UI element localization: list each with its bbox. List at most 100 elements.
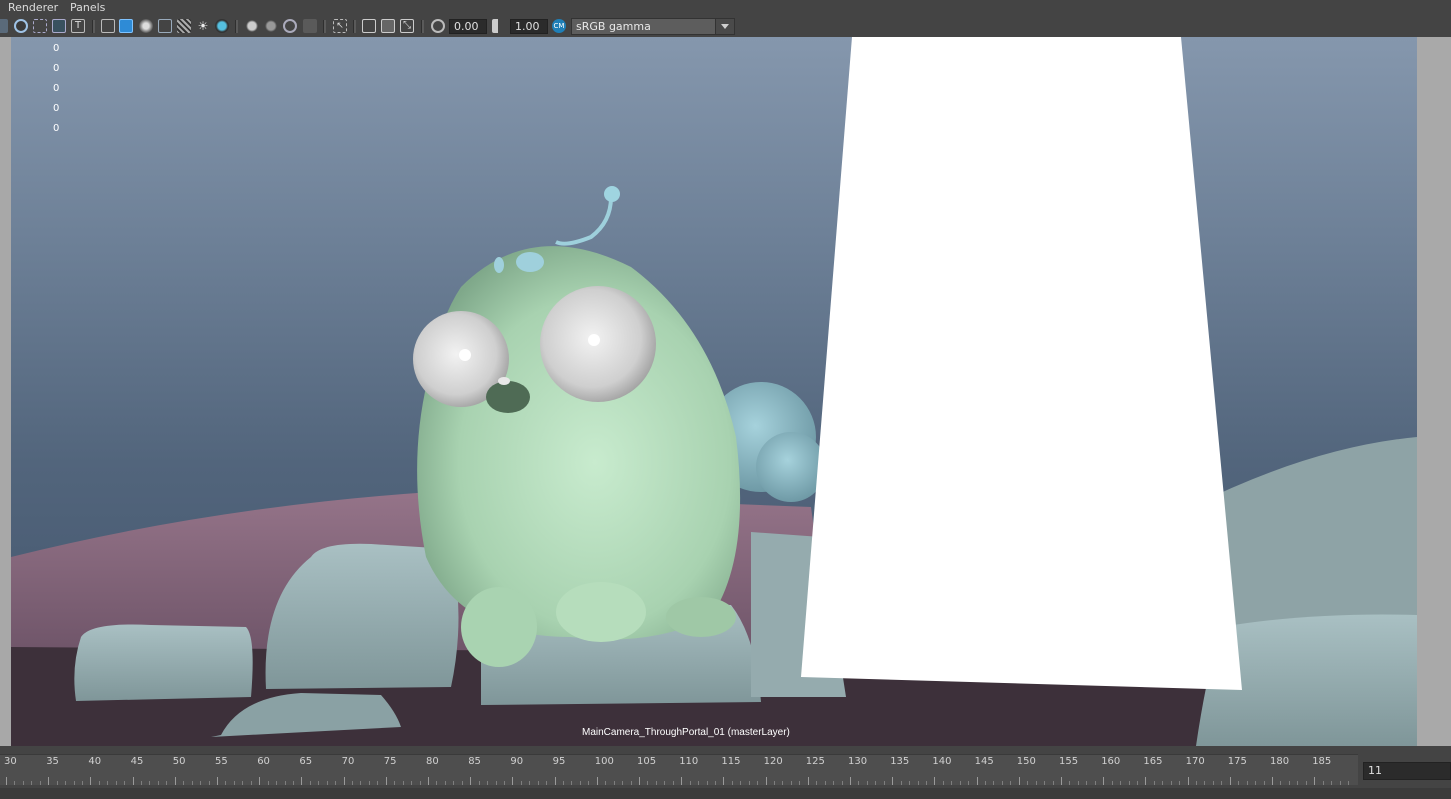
timeline-minor-tick — [1322, 781, 1324, 785]
timeline-minor-tick — [1077, 781, 1079, 785]
hud-value: 0 — [53, 43, 60, 54]
character-foot — [666, 597, 736, 637]
timeline-tick — [1061, 777, 1062, 785]
timeline-tick-label: 50 — [172, 756, 186, 767]
shaded-cube-icon[interactable] — [119, 19, 133, 33]
timeline-minor-tick — [1052, 781, 1054, 785]
timeline-minor-tick — [1204, 781, 1206, 785]
timeline-minor-tick — [942, 781, 944, 785]
timeline-minor-tick — [959, 781, 961, 785]
3d-viewport[interactable]: 0 0 0 0 0 MainCamera_ThroughPortal_01 (m… — [11, 37, 1417, 746]
timeline-minor-tick — [107, 781, 109, 785]
timeline-tick-label: 95 — [552, 756, 566, 767]
timeline-tick-label: 145 — [974, 756, 994, 767]
timeline-tick-label: 115 — [721, 756, 741, 767]
time-slider[interactable]: 30 35 40 45 50 55 60 65 70 75 80 85 90 95 100 105 110 115… — [0, 748, 1451, 788]
timeline-minor-tick — [200, 781, 202, 785]
motion-blur-icon[interactable] — [264, 19, 278, 33]
timeline-minor-tick — [503, 781, 505, 785]
gate-mask-icon[interactable]: ⤡ — [400, 19, 414, 33]
checker-icon[interactable] — [177, 19, 191, 33]
timeline-minor-tick — [225, 781, 227, 785]
xray-joints-icon[interactable] — [381, 19, 395, 33]
menu-renderer[interactable]: Renderer — [6, 0, 60, 16]
timeline-tick-label: 80 — [426, 756, 439, 767]
timeline-tick-label: 90 — [510, 756, 524, 767]
timeline-minor-tick — [183, 781, 185, 785]
timeline-tick-label: 180 — [1270, 756, 1290, 767]
timeline-minor-tick — [605, 781, 607, 785]
chevron-down-icon[interactable] — [715, 19, 734, 34]
timeline-tick — [470, 777, 472, 785]
color-management-icon[interactable]: CM — [552, 19, 566, 33]
timeline-tick-label: 140 — [932, 756, 952, 767]
antenna-tip — [604, 186, 620, 202]
isolate-select-icon[interactable]: ↖ — [333, 19, 347, 33]
timeline-minor-tick — [883, 781, 885, 785]
timeline-minor-tick — [141, 781, 143, 785]
timeline-minor-tick — [993, 781, 995, 785]
screen-space-ao-icon[interactable] — [245, 19, 259, 33]
head-spot — [494, 257, 504, 273]
default-material-icon[interactable] — [139, 19, 153, 33]
textured-cube-icon[interactable] — [158, 19, 172, 33]
timeline-minor-tick — [748, 781, 750, 785]
hud-value: 0 — [53, 83, 60, 94]
menu-panels[interactable]: Panels — [68, 0, 107, 16]
depth-of-field-icon[interactable] — [303, 19, 317, 33]
timeline-tick-label: 155 — [1059, 756, 1079, 767]
toolbar-separator — [353, 20, 356, 33]
timeline-tick-label: 75 — [383, 756, 397, 767]
timeline-minor-tick — [495, 781, 497, 785]
bounding-box-icon[interactable] — [52, 19, 66, 33]
range-slider-bar[interactable] — [0, 788, 1451, 799]
smooth-shade-toggle-icon[interactable] — [14, 19, 28, 33]
timeline-tick — [428, 777, 429, 785]
timeline-minor-tick — [39, 781, 41, 785]
wireframe-cube-icon[interactable] — [101, 19, 115, 33]
timeline-minor-tick — [478, 781, 480, 785]
anti-alias-icon[interactable] — [283, 19, 297, 33]
timeline-tick — [596, 777, 598, 785]
timeline-minor-tick — [1086, 781, 1088, 785]
hud-value: 0 — [53, 63, 60, 74]
lights-icon[interactable]: ☀ — [196, 19, 210, 33]
wireframe-icon[interactable] — [33, 19, 47, 33]
time-ruler[interactable]: 30 35 40 45 50 55 60 65 70 75 80 85 90 95 100 105 110 115… — [0, 754, 1358, 785]
timeline-minor-tick — [1246, 781, 1248, 785]
xray-icon[interactable] — [362, 19, 376, 33]
timeline-tick — [681, 777, 683, 785]
shadows-icon[interactable] — [215, 19, 229, 33]
timeline-minor-tick — [1027, 781, 1029, 785]
timeline-minor-tick — [335, 781, 337, 785]
timeline-minor-tick — [1297, 781, 1299, 785]
timeline-minor-tick — [1238, 781, 1240, 785]
gamma-field[interactable]: 1.00 — [510, 19, 548, 34]
current-frame-field[interactable]: 11 — [1363, 762, 1451, 780]
timeline-minor-tick — [233, 781, 235, 785]
timeline-minor-tick — [352, 781, 354, 785]
color-space-dropdown[interactable]: sRGB gamma — [571, 18, 735, 35]
gamma-icon[interactable] — [492, 19, 506, 33]
timeline-minor-tick — [951, 781, 953, 785]
timeline-tick-label: 185 — [1312, 756, 1332, 767]
timeline-minor-tick — [757, 781, 759, 785]
timeline-minor-tick — [655, 781, 657, 785]
timeline-tick-label: 55 — [215, 756, 228, 767]
view-transform-icon[interactable] — [0, 19, 8, 33]
timeline-minor-tick — [909, 781, 911, 785]
timeline-minor-tick — [436, 781, 438, 785]
timeline-minor-tick — [419, 781, 421, 785]
timeline-minor-tick — [1263, 781, 1265, 785]
timeline-tick-label: 175 — [1227, 756, 1247, 767]
timeline-minor-tick — [689, 781, 691, 785]
exposure-icon[interactable] — [431, 19, 445, 33]
timeline-minor-tick — [1221, 781, 1223, 785]
text-icon[interactable]: T — [71, 19, 85, 33]
timeline-minor-tick — [22, 781, 24, 785]
timeline-minor-tick — [571, 781, 573, 785]
timeline-minor-tick — [377, 781, 379, 785]
timeline-minor-tick — [917, 781, 919, 785]
timeline-minor-tick — [833, 781, 835, 785]
exposure-field[interactable]: 0.00 — [449, 19, 487, 34]
